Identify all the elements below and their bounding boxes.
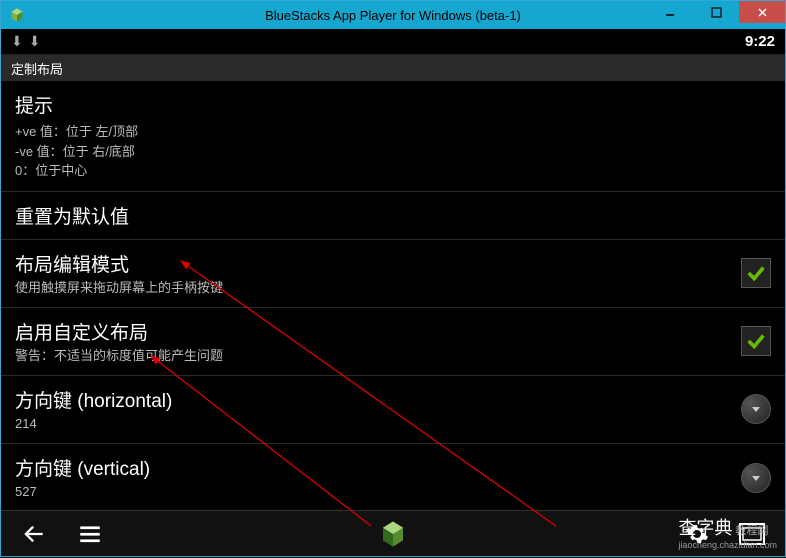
- fullscreen-button[interactable]: [739, 523, 765, 545]
- layout-edit-checkbox[interactable]: [741, 258, 771, 288]
- android-status-bar: ⬇ ⬇ 9:22: [1, 29, 785, 55]
- tips-title: 提示: [15, 91, 771, 118]
- maximize-button[interactable]: [693, 1, 739, 23]
- window-titlebar: BlueStacks App Player for Windows (beta-…: [1, 1, 785, 29]
- chevron-down-icon: [750, 472, 762, 484]
- layout-edit-sub: 使用触摸屏来拖动屏幕上的手柄按键: [15, 279, 741, 297]
- app-header: 定制布局: [1, 55, 785, 81]
- minimize-button[interactable]: [647, 1, 693, 23]
- dpad-h-dropdown[interactable]: [741, 394, 771, 424]
- dpad-v-title: 方向键 (vertical): [15, 454, 741, 481]
- item-dpad-horizontal[interactable]: 方向键 (horizontal) 214: [1, 376, 785, 444]
- checkmark-icon: [745, 262, 767, 284]
- window-controls: [647, 1, 785, 29]
- dpad-h-value: 214: [15, 415, 741, 433]
- layout-edit-title: 布局编辑模式: [15, 250, 741, 277]
- reset-title: 重置为默认值: [15, 202, 771, 229]
- custom-layout-title: 启用自定义布局: [15, 318, 741, 345]
- checkmark-icon: [745, 330, 767, 352]
- status-clock: 9:22: [745, 33, 775, 50]
- android-viewport: ⬇ ⬇ 9:22 定制布局 提示 +ve 值：位于 左/顶部 -ve 值：位于 …: [1, 29, 785, 556]
- app-header-title: 定制布局: [11, 59, 63, 78]
- home-button[interactable]: [378, 519, 408, 549]
- close-button[interactable]: [739, 1, 785, 23]
- item-tips: 提示 +ve 值：位于 左/顶部 -ve 值：位于 右/底部 0：位于中心: [1, 81, 785, 192]
- item-enable-custom-layout[interactable]: 启用自定义布局 警告：不适当的标度值可能产生问题: [1, 308, 785, 376]
- dpad-v-dropdown[interactable]: [741, 463, 771, 493]
- item-reset-defaults[interactable]: 重置为默认值: [1, 192, 785, 240]
- tips-body: +ve 值：位于 左/顶部 -ve 值：位于 右/底部 0：位于中心: [15, 122, 771, 181]
- dpad-h-title: 方向键 (horizontal): [15, 386, 741, 413]
- bottom-nav-bar: [1, 510, 785, 556]
- custom-layout-checkbox[interactable]: [741, 326, 771, 356]
- menu-button[interactable]: [77, 521, 103, 547]
- download-icon: ⬇: [29, 33, 41, 50]
- back-button[interactable]: [21, 521, 47, 547]
- app-icon: [7, 5, 27, 25]
- settings-gear-button[interactable]: [685, 522, 709, 546]
- chevron-down-icon: [750, 403, 762, 415]
- download-icon: ⬇: [11, 33, 23, 50]
- custom-layout-sub: 警告：不适当的标度值可能产生问题: [15, 347, 741, 365]
- item-layout-edit-mode[interactable]: 布局编辑模式 使用触摸屏来拖动屏幕上的手柄按键: [1, 240, 785, 308]
- settings-list[interactable]: 提示 +ve 值：位于 左/顶部 -ve 值：位于 右/底部 0：位于中心 重置…: [1, 81, 785, 510]
- dpad-v-value: 527: [15, 483, 741, 501]
- item-dpad-vertical[interactable]: 方向键 (vertical) 527: [1, 444, 785, 510]
